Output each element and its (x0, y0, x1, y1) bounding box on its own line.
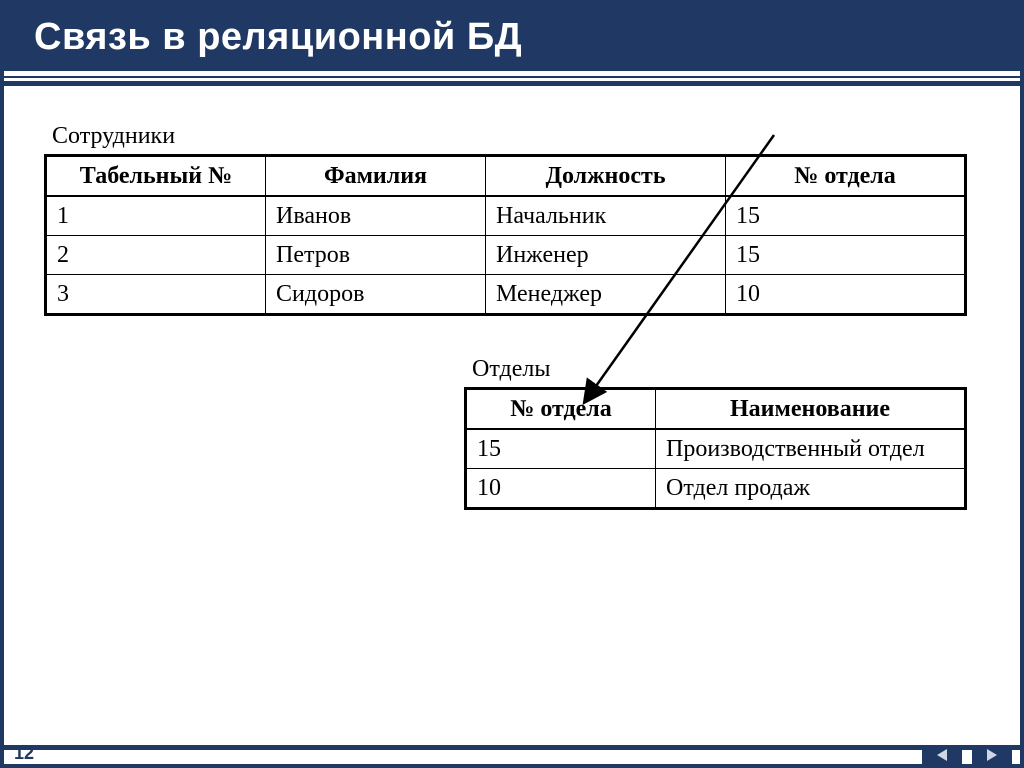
table-cell: 3 (46, 275, 266, 315)
table-row: 10 Отдел продаж (466, 469, 966, 509)
footer-rule (4, 745, 1020, 750)
table-cell: Инженер (486, 236, 726, 275)
chevron-right-icon (987, 749, 997, 761)
table-row: 2 Петров Инженер 15 (46, 236, 966, 275)
slide-title: Связь в реляционной БД (34, 16, 990, 59)
table-cell: Отдел продаж (656, 469, 966, 509)
employees-header-row: Табельный № Фамилия Должность № отдела (46, 156, 966, 197)
table-row: 1 Иванов Начальник 15 (46, 196, 966, 236)
page-number: 12 (14, 743, 34, 764)
departments-table: № отдела Наименование 15 Производственны… (464, 387, 967, 510)
employees-table: Табельный № Фамилия Должность № отдела 1… (44, 154, 967, 316)
table-cell: 15 (726, 196, 966, 236)
departments-caption: Отделы (472, 356, 980, 383)
table-cell: Петров (266, 236, 486, 275)
employees-header-cell: Табельный № (46, 156, 266, 197)
title-band: Связь в реляционной БД (4, 4, 1020, 71)
chevron-left-icon (937, 749, 947, 761)
title-rules (4, 73, 1020, 93)
table-cell: 2 (46, 236, 266, 275)
employees-caption: Сотрудники (52, 123, 980, 150)
content-area: Сотрудники Табельный № Фамилия Должность… (4, 93, 1020, 510)
table-cell: 10 (726, 275, 966, 315)
table-cell: Начальник (486, 196, 726, 236)
employees-header-cell: Должность (486, 156, 726, 197)
table-row: 3 Сидоров Менеджер 10 (46, 275, 966, 315)
table-cell: 10 (466, 469, 656, 509)
slide-frame: Связь в реляционной БД Сотрудники Табель… (0, 0, 1024, 768)
departments-header-cell: Наименование (656, 389, 966, 430)
table-cell: Сидоров (266, 275, 486, 315)
nav-buttons (922, 746, 1012, 764)
departments-header-row: № отдела Наименование (466, 389, 966, 430)
table-row: 15 Производственный отдел (466, 429, 966, 469)
employees-header-cell: Фамилия (266, 156, 486, 197)
departments-header-cell: № отдела (466, 389, 656, 430)
table-cell: Менеджер (486, 275, 726, 315)
table-cell: Производственный отдел (656, 429, 966, 469)
table-cell: Иванов (266, 196, 486, 236)
table-cell: 15 (726, 236, 966, 275)
table-cell: 1 (46, 196, 266, 236)
next-slide-button[interactable] (972, 746, 1012, 764)
table-cell: 15 (466, 429, 656, 469)
prev-slide-button[interactable] (922, 746, 962, 764)
employees-header-cell: № отдела (726, 156, 966, 197)
